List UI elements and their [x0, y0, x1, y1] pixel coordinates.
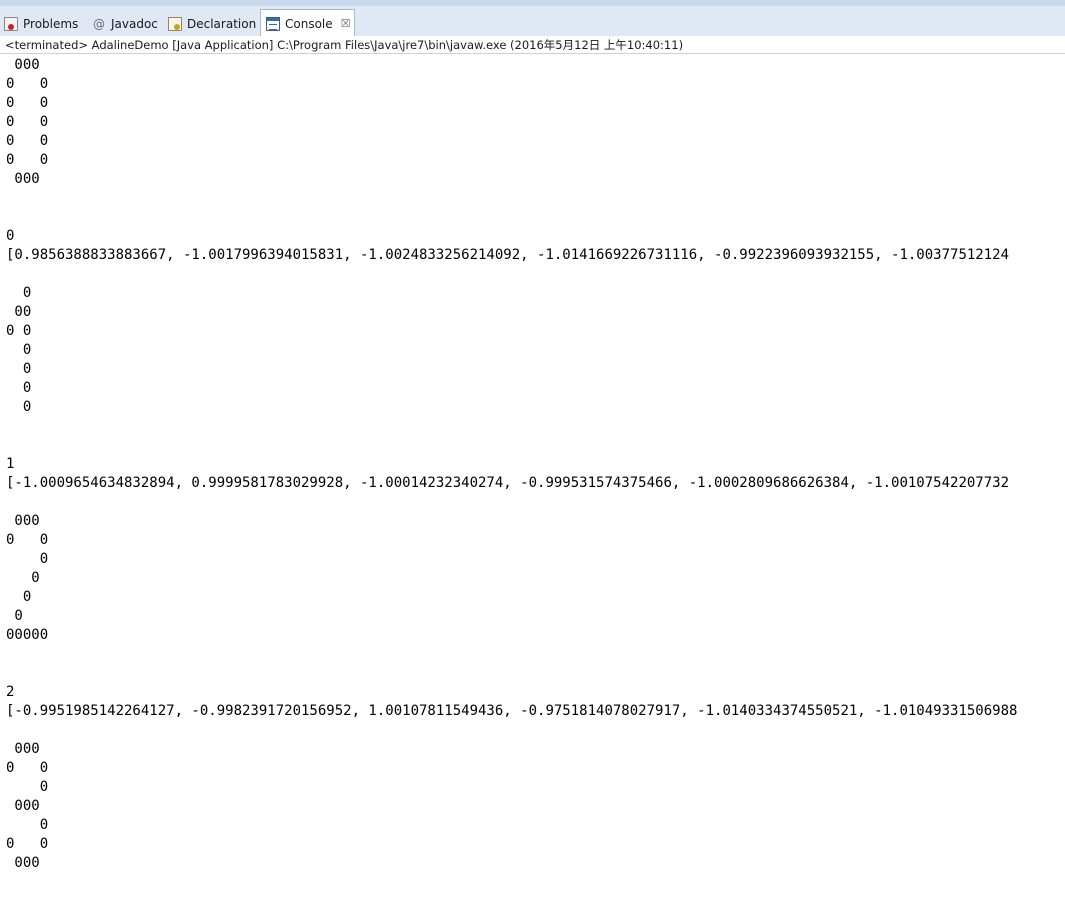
console-line: 0 — [6, 380, 32, 396]
console-line: 000 — [6, 798, 40, 814]
console-icon — [266, 16, 280, 31]
console-line: 0 — [6, 817, 49, 833]
console-line: 0 0 — [6, 95, 49, 111]
console-line: 0 0 — [6, 76, 49, 92]
console-line: 00000 — [6, 627, 49, 643]
console-line: 0 0 — [6, 114, 49, 130]
tab-console-label: Console — [285, 16, 333, 31]
problems-icon — [4, 16, 18, 31]
console-line: 000 — [6, 855, 40, 871]
close-icon[interactable]: ☒ — [341, 17, 351, 30]
console-view: Problems @ Javadoc Declaration Console ☒… — [0, 0, 1065, 905]
console-line: [-0.9951985142264127, -0.998239172015695… — [6, 703, 1018, 719]
declaration-icon — [168, 16, 182, 31]
tab-javadoc[interactable]: @ Javadoc — [92, 10, 158, 37]
console-line: 0 — [6, 779, 49, 795]
console-line: 0 0 — [6, 133, 49, 149]
console-output: 000 0 0 0 0 0 0 0 0 0 0 000 0 [0.9856388… — [0, 54, 1065, 873]
console-line: 0 0 — [6, 323, 32, 339]
console-line: 0 — [6, 551, 49, 567]
console-line: 0 — [6, 285, 32, 301]
process-status: <terminated> AdalineDemo [Java Applicati… — [0, 36, 1065, 54]
console-line: 0 — [6, 570, 40, 586]
console-line: 0 — [6, 608, 23, 624]
console-line: 0 — [6, 228, 15, 244]
tab-javadoc-label: Javadoc — [111, 16, 158, 31]
console-line: [-1.0009654634832894, 0.9999581783029928… — [6, 475, 1010, 491]
console-line: 0 — [6, 399, 32, 415]
console-line: 2 — [6, 684, 15, 700]
console-line: 0 0 — [6, 152, 49, 168]
console-line: 0 — [6, 342, 32, 358]
tab-declaration-label: Declaration — [187, 16, 257, 31]
tab-problems-label: Problems — [23, 16, 79, 31]
console-line: 00 — [6, 304, 32, 320]
tab-console[interactable]: Console ☒ — [260, 9, 355, 37]
console-line: 000 — [6, 171, 40, 187]
tab-declaration[interactable]: Declaration — [168, 10, 256, 37]
console-output-area[interactable]: 000 0 0 0 0 0 0 0 0 0 0 000 0 [0.9856388… — [0, 54, 1065, 905]
javadoc-icon: @ — [93, 16, 105, 31]
console-line: [0.9856388833883667, -1.0017996394015831… — [6, 247, 1010, 263]
console-line: 000 — [6, 741, 40, 757]
view-tab-bar: Problems @ Javadoc Declaration Console ☒ — [0, 0, 1065, 37]
console-line: 1 — [6, 456, 15, 472]
console-line: 0 — [6, 589, 32, 605]
console-line: 0 0 — [6, 532, 49, 548]
console-line: 000 — [6, 57, 40, 73]
tab-problems[interactable]: Problems — [4, 10, 78, 37]
console-line: 000 — [6, 513, 40, 529]
console-line: 0 0 — [6, 836, 49, 852]
console-line: 0 — [6, 361, 32, 377]
console-line: 0 0 — [6, 760, 49, 776]
